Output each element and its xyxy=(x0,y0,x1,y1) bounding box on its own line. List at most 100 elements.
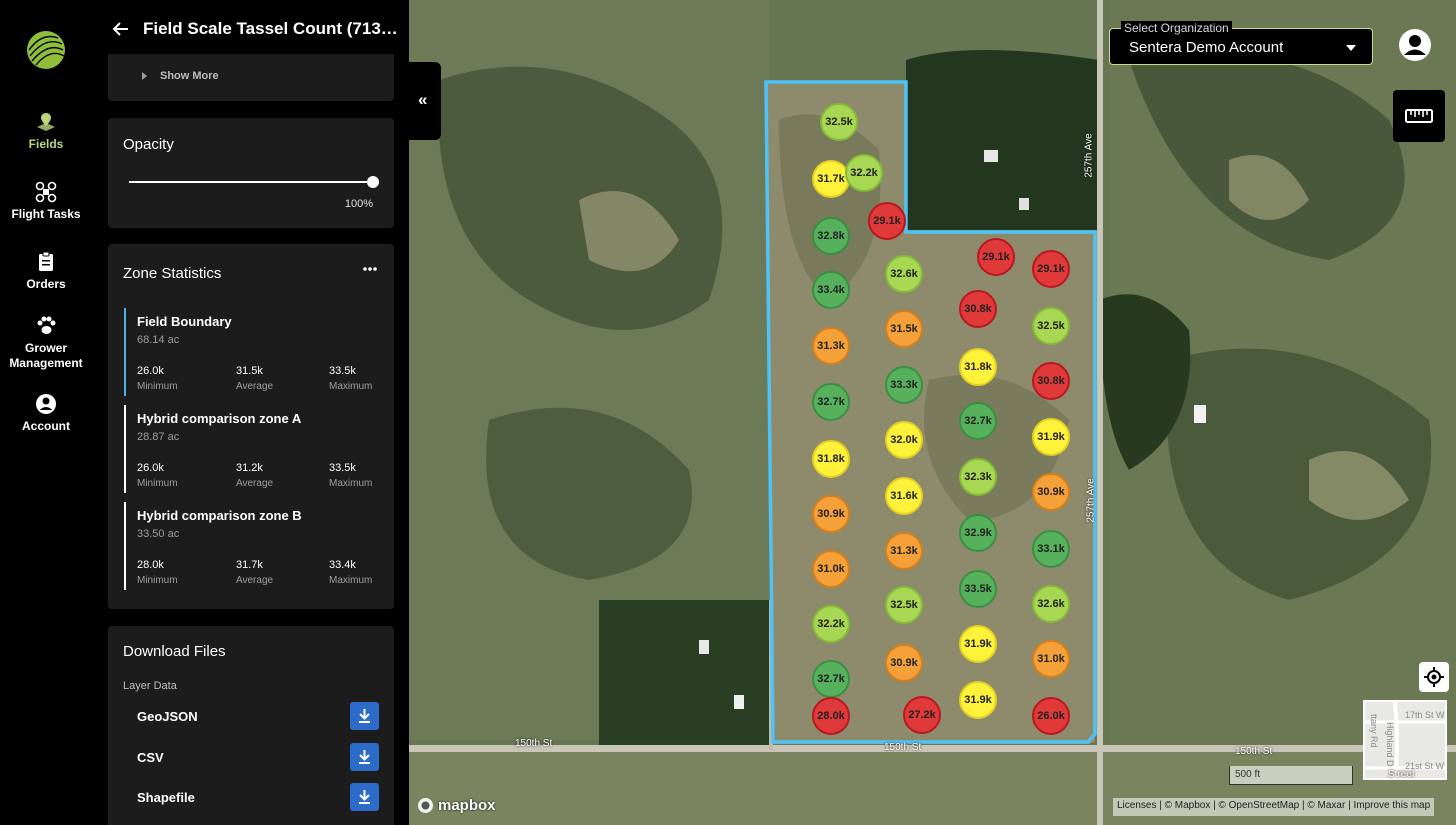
panel-title: Field Scale Tassel Count (71302-... xyxy=(143,19,403,38)
drone-icon xyxy=(35,181,57,203)
minimap-label: ttany Rd xyxy=(1369,714,1379,748)
zone-stat-min: 26.0k Minimum xyxy=(137,462,178,489)
nav-item-grower-management[interactable]: Grower Management xyxy=(0,315,92,371)
scale-bar: 500 ft xyxy=(1229,766,1353,785)
opacity-title: Opacity xyxy=(123,136,174,153)
tassel-count-marker[interactable]: 31.0k xyxy=(812,550,850,588)
nav-label-grower: Grower xyxy=(24,341,67,355)
tassel-count-marker[interactable]: 32.7k xyxy=(959,402,997,440)
tassel-count-marker[interactable]: 31.6k xyxy=(885,477,923,515)
tassel-count-marker[interactable]: 32.7k xyxy=(812,660,850,698)
road-label: 150th St xyxy=(884,742,922,753)
tassel-count-marker[interactable]: 30.9k xyxy=(885,644,923,682)
tassel-count-marker[interactable]: 32.5k xyxy=(885,586,923,624)
tassel-count-marker[interactable]: 32.6k xyxy=(885,255,923,293)
organization-select-label: Select Organization xyxy=(1121,21,1232,35)
tassel-count-marker[interactable]: 32.7k xyxy=(812,383,850,421)
download-files-title: Download Files xyxy=(123,643,226,660)
tassel-count-marker[interactable]: 31.7k xyxy=(812,160,850,198)
tassel-count-marker[interactable]: 33.3k xyxy=(885,366,923,404)
zone-stat-max: 33.5k Maximum xyxy=(329,365,373,392)
map-attribution[interactable]: Licenses | © Mapbox | © OpenStreetMap | … xyxy=(1113,798,1435,816)
minimap-label: Highland D xyxy=(1385,722,1395,767)
sentera-logo[interactable] xyxy=(26,30,66,70)
back-arrow-icon[interactable] xyxy=(110,18,132,40)
more-horizontal-icon[interactable] xyxy=(362,266,378,272)
tassel-count-marker[interactable]: 31.9k xyxy=(959,625,997,663)
tassel-count-marker[interactable]: 30.9k xyxy=(812,495,850,533)
layer-data-heading: Layer Data xyxy=(123,680,177,692)
tassel-count-marker[interactable]: 32.6k xyxy=(1032,585,1070,623)
zone-item-hybrid-b[interactable]: Hybrid comparison zone B 33.50 ac 28.0k M… xyxy=(124,502,384,590)
tassel-count-marker[interactable]: 33.1k xyxy=(1032,530,1070,568)
tassel-count-marker[interactable]: 31.9k xyxy=(959,681,997,719)
tassel-count-marker[interactable]: 31.8k xyxy=(812,440,850,478)
download-files-card: Download Files Layer Data GeoJSON CSV Sh… xyxy=(108,626,394,825)
opacity-slider-track[interactable] xyxy=(129,181,374,183)
panel-header: Field Scale Tassel Count (71302-... xyxy=(92,0,409,58)
nav-item-orders[interactable]: Orders xyxy=(0,251,92,292)
tassel-count-marker[interactable]: 32.0k xyxy=(885,421,923,459)
tassel-count-marker[interactable]: 33.4k xyxy=(812,271,850,309)
user-avatar-icon[interactable] xyxy=(1397,27,1433,63)
zone-stat-min: 26.0k Minimum xyxy=(137,365,178,392)
mapbox-logo[interactable]: mapbox xyxy=(417,797,496,814)
tassel-count-marker[interactable]: 32.3k xyxy=(959,458,997,496)
tassel-count-marker[interactable]: 32.2k xyxy=(812,605,850,643)
layer-info-card: Show More xyxy=(108,54,394,101)
grower-paw-icon xyxy=(37,316,56,334)
download-geojson-button[interactable] xyxy=(350,702,379,730)
tassel-count-marker[interactable]: 29.1k xyxy=(1032,250,1070,288)
tassel-count-marker[interactable]: 26.0k xyxy=(1032,697,1070,735)
download-row-geojson: GeoJSON xyxy=(137,702,379,730)
zone-area: 68.14 ac xyxy=(137,334,180,346)
tassel-count-marker[interactable]: 31.8k xyxy=(959,348,997,386)
nav-label-orders: Orders xyxy=(26,277,66,291)
zone-item-field-boundary[interactable]: Field Boundary 68.14 ac 26.0k Minimum 31.… xyxy=(124,308,384,396)
tassel-count-marker[interactable]: 32.5k xyxy=(820,103,858,141)
tassel-count-marker[interactable]: 32.5k xyxy=(1032,307,1070,345)
tassel-count-marker[interactable]: 32.9k xyxy=(959,514,997,552)
layer-panel: Field Scale Tassel Count (71302-... Show… xyxy=(92,0,409,825)
opacity-slider-thumb[interactable] xyxy=(367,176,379,188)
zone-stat-avg: 31.2k Average xyxy=(236,462,274,489)
tassel-count-marker[interactable]: 30.9k xyxy=(1032,473,1070,511)
style-switcher-minimap[interactable]: 17th St W 21st St W ttany Rd Highland D xyxy=(1363,700,1447,780)
tassel-count-marker[interactable]: 31.5k xyxy=(885,310,923,348)
crosshair-icon xyxy=(1424,667,1444,687)
minimap-label: 17th St W xyxy=(1405,710,1445,720)
caret-right-icon xyxy=(142,72,147,80)
collapse-panel-button[interactable]: « xyxy=(409,62,441,140)
measure-tool-button[interactable] xyxy=(1393,90,1445,142)
download-shapefile-button[interactable] xyxy=(350,783,379,811)
tassel-count-marker[interactable]: 27.2k xyxy=(903,696,941,734)
tassel-count-marker[interactable]: 29.1k xyxy=(977,238,1015,276)
nav-item-account[interactable]: Account xyxy=(0,393,92,434)
tassel-count-marker[interactable]: 31.0k xyxy=(1032,640,1070,678)
zone-name: Hybrid comparison zone B xyxy=(137,508,302,523)
field-pin-icon xyxy=(37,113,55,131)
zone-item-hybrid-a[interactable]: Hybrid comparison zone A 28.87 ac 26.0k M… xyxy=(124,405,384,493)
zone-stat-avg: 31.7k Average xyxy=(236,559,274,586)
tassel-count-marker[interactable]: 33.5k xyxy=(959,570,997,608)
nav-item-flight-tasks[interactable]: Flight Tasks xyxy=(0,181,92,222)
file-type-label: CSV xyxy=(137,750,164,765)
tassel-count-marker[interactable]: 31.3k xyxy=(812,327,850,365)
locate-me-button[interactable] xyxy=(1419,662,1449,692)
tassel-count-marker[interactable]: 28.0k xyxy=(812,697,850,735)
nav-item-fields[interactable]: Fields xyxy=(0,111,92,152)
account-icon xyxy=(36,394,56,414)
tassel-count-marker[interactable]: 32.8k xyxy=(812,217,850,255)
tassel-count-marker[interactable]: 32.2k xyxy=(845,154,883,192)
tassel-count-marker[interactable]: 29.1k xyxy=(868,202,906,240)
show-more-button[interactable]: Show More xyxy=(160,70,219,82)
tassel-count-marker[interactable]: 31.3k xyxy=(885,532,923,570)
tassel-count-marker[interactable]: 30.8k xyxy=(1032,362,1070,400)
tassel-count-marker[interactable]: 30.8k xyxy=(959,290,997,328)
zone-stat-max: 33.5k Maximum xyxy=(329,462,373,489)
download-csv-button[interactable] xyxy=(350,743,379,771)
map-view[interactable]: « 32.5k 31.7k 32.2k 29.1k 32.8k 29.1k 29.1k 32.… xyxy=(409,0,1456,825)
download-icon xyxy=(359,750,370,764)
zone-area: 33.50 ac xyxy=(137,528,180,540)
tassel-count-marker[interactable]: 31.9k xyxy=(1032,418,1070,456)
